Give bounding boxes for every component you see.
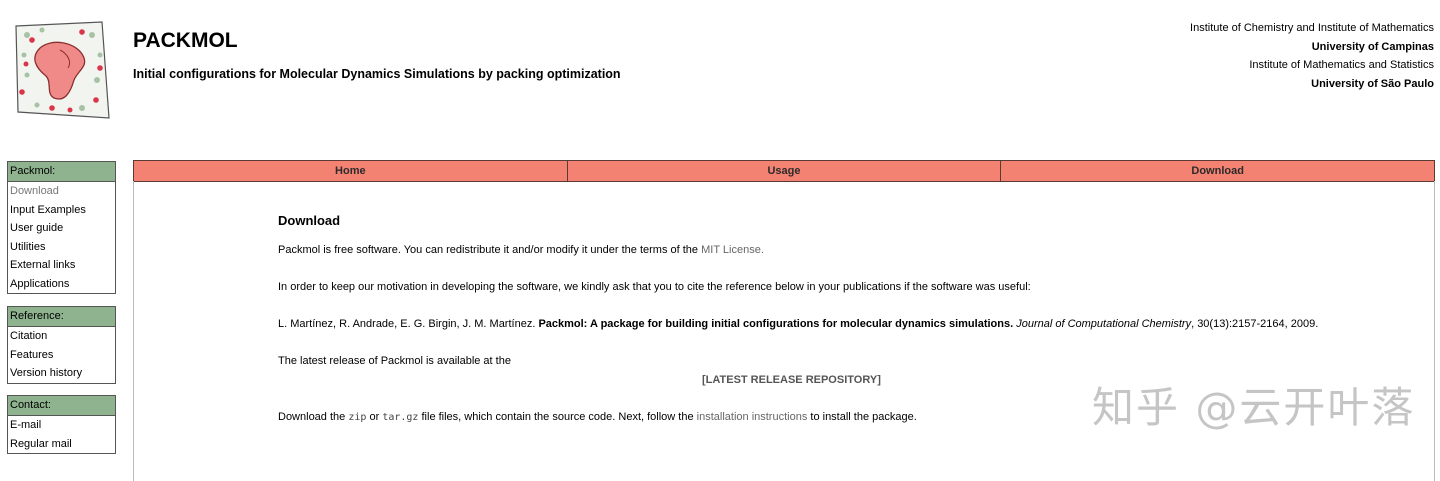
main-content: Download Packmol is free software. You c… [133,181,1435,481]
mit-license-link[interactable]: MIT License. [701,244,764,256]
citation-paragraph: L. Martínez, R. Andrade, E. G. Birgin, J… [278,318,1318,330]
targz-format: tar.gz [382,412,419,423]
license-paragraph: Packmol is free software. You can redist… [278,244,764,256]
sidebar-item-features[interactable]: Features [8,346,115,365]
license-text: Packmol is free software. You can redist… [278,244,699,256]
download-paragraph: Download the zip or tar.gz file files, w… [278,411,917,423]
sidebar-item-email[interactable]: E-mail [8,416,115,435]
content-title: Download [278,213,341,228]
sidebar-packmol: Packmol: Download Input Examples User gu… [7,161,116,294]
site-title: PACKMOL [133,29,238,52]
download-prefix: Download the [278,411,346,423]
watermark: 知乎 @云开叶落 [1092,383,1416,432]
packmol-logo [12,20,110,120]
sidebar-item-citation[interactable]: Citation [8,327,115,346]
zip-format: zip [348,412,367,423]
sidebar-item-utilities[interactable]: Utilities [8,238,115,257]
institutions: Institute of Chemistry and Institute of … [1190,21,1434,95]
citation-request-paragraph: In order to keep our motivation in devel… [278,281,1031,293]
sidebar-heading-packmol: Packmol: [8,162,115,182]
sidebar-heading-contact: Contact: [8,396,115,416]
citation-journal: Journal of Computational Chemistry [1016,318,1192,330]
sidebar-item-download[interactable]: Download [8,182,115,201]
download-middle: file files, which contain the source cod… [421,411,694,423]
main-nav: Home Usage Download [133,160,1435,182]
citation-title: Packmol: A package for building initial … [538,318,1014,330]
tab-home[interactable]: Home [134,161,568,181]
tab-usage[interactable]: Usage [568,161,1002,181]
sidebar-item-user-guide[interactable]: User guide [8,219,115,238]
sidebar-item-input-examples[interactable]: Input Examples [8,201,115,220]
institution-usp-dept: Institute of Mathematics and Statistics [1249,59,1434,71]
sidebar-item-external-links[interactable]: External links [8,256,115,275]
release-paragraph: The latest release of Packmol is availab… [278,355,511,367]
institution-unicamp: University of Campinas [1311,40,1434,53]
institution-unicamp-dept: Institute of Chemistry and Institute of … [1190,22,1434,34]
site-subtitle: Initial configurations for Molecular Dyn… [133,67,621,81]
installation-instructions-link[interactable]: installation instructions [697,411,808,423]
sidebar-item-applications[interactable]: Applications [8,275,115,294]
download-suffix: to install the package. [810,411,917,423]
sidebar-reference: Reference: Citation Features Version his… [7,306,116,384]
sidebar-heading-reference: Reference: [8,307,115,327]
sidebar-contact: Contact: E-mail Regular mail [7,395,116,454]
latest-release-repository-link[interactable]: [LATEST RELEASE REPOSITORY] [702,374,881,386]
citation-authors: L. Martínez, R. Andrade, E. G. Birgin, J… [278,318,536,330]
sidebar-item-version-history[interactable]: Version history [8,364,115,383]
sidebar-item-regular-mail[interactable]: Regular mail [8,435,115,454]
institution-usp: University of São Paulo [1311,77,1434,90]
tab-download[interactable]: Download [1001,161,1434,181]
citation-details: , 30(13):2157-2164, 2009. [1191,318,1319,330]
download-or: or [369,411,380,423]
